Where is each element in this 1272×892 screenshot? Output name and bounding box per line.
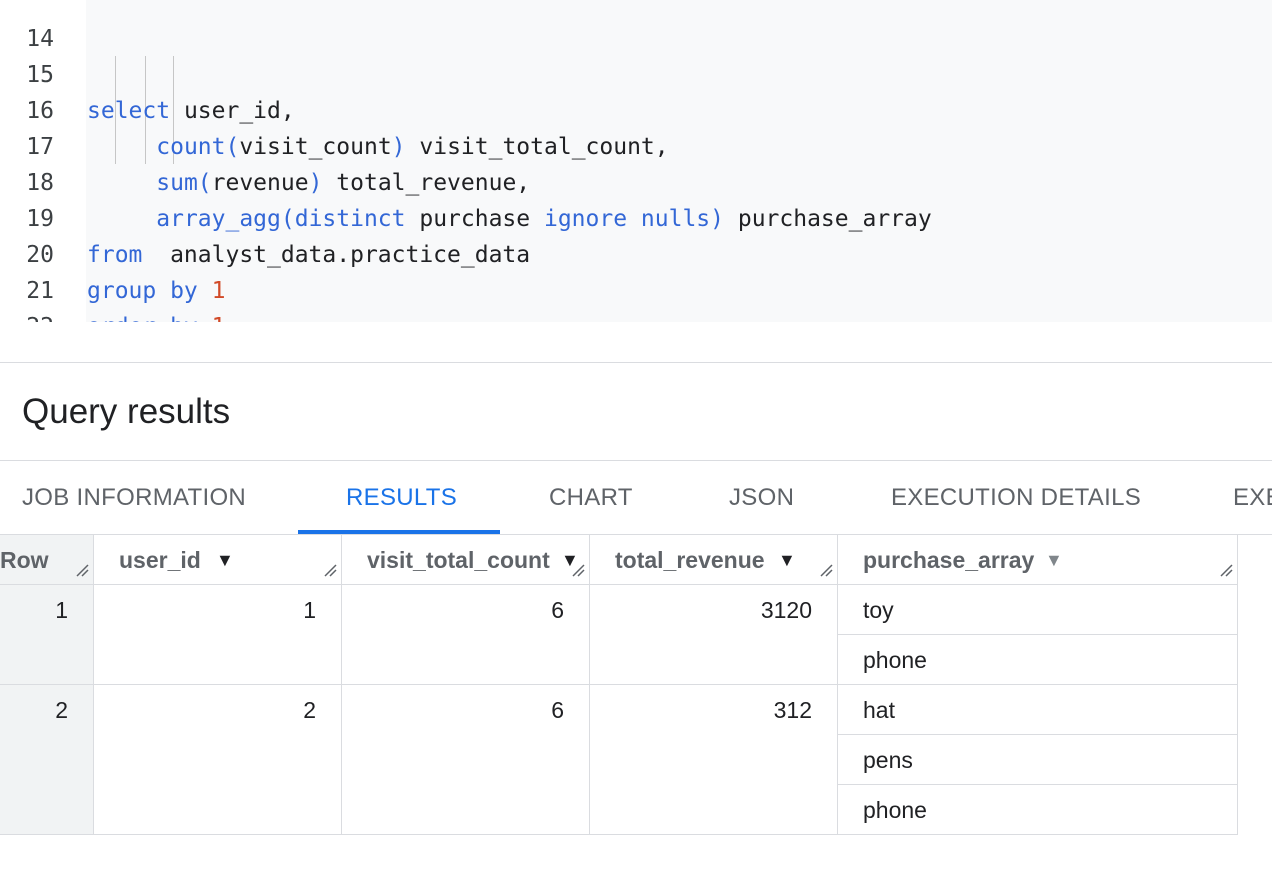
column-header-user-id[interactable]: user_id bbox=[119, 535, 201, 585]
sort-down-icon[interactable]: ▼ bbox=[1045, 535, 1063, 585]
row-column-header: Row bbox=[0, 547, 49, 573]
row-divider bbox=[0, 834, 1238, 835]
cell-visit-total-count[interactable]: 6 bbox=[342, 585, 564, 635]
code-line[interactable]: 22 bbox=[0, 273, 1272, 322]
tab-execution-details[interactable]: EXECUTION DETAILS bbox=[891, 461, 1141, 533]
code-line[interactable]: 16 count(visit_count) visit_total_count, bbox=[0, 57, 1272, 160]
code-line[interactable]: 21 order by 1 bbox=[0, 237, 1272, 322]
cell-purchase-array-item[interactable]: phone bbox=[863, 635, 927, 685]
code-line[interactable]: 18 array_agg(distinct purchase ignore nu… bbox=[0, 129, 1272, 232]
cell-visit-total-count[interactable]: 6 bbox=[342, 685, 564, 735]
sort-down-icon[interactable]: ▼ bbox=[216, 535, 234, 585]
column-resize-icon[interactable] bbox=[323, 563, 337, 577]
cell-user-id[interactable]: 1 bbox=[94, 585, 316, 635]
column-header-purchase-array[interactable]: purchase_array bbox=[863, 535, 1034, 585]
tab-execution-graph[interactable]: EXECUTION GRAPH bbox=[1233, 461, 1272, 533]
tab-json[interactable]: JSON bbox=[729, 461, 794, 533]
code-line[interactable]: 20 group by 1 bbox=[0, 201, 1272, 304]
divider bbox=[0, 362, 1272, 363]
cell-purchase-array-item[interactable]: phone bbox=[863, 785, 927, 835]
column-resize-icon[interactable] bbox=[1219, 563, 1233, 577]
column-header-visit-total-count[interactable]: visit_total_count bbox=[367, 535, 550, 585]
results-table: Row user_id ▼ visit_total_count ▼ total_… bbox=[0, 535, 1272, 835]
tab-results[interactable]: RESULTS bbox=[346, 461, 457, 533]
tab-chart[interactable]: CHART bbox=[549, 461, 633, 533]
cell-purchase-array-item[interactable]: pens bbox=[863, 735, 913, 785]
row-number: 1 bbox=[55, 597, 68, 623]
tab-job-information[interactable]: JOB INFORMATION bbox=[22, 461, 246, 533]
sort-down-icon[interactable]: ▼ bbox=[778, 535, 796, 585]
column-resize-icon[interactable] bbox=[571, 563, 585, 577]
code-line[interactable]: 19 from analyst_data.practice_data bbox=[0, 165, 1272, 268]
results-tabs: JOB INFORMATION RESULTS CHART JSON EXECU… bbox=[0, 461, 1272, 535]
sort-down-icon[interactable]: ▼ bbox=[561, 535, 579, 585]
code-line[interactable]: 17 sum(revenue) total_revenue, bbox=[0, 93, 1272, 196]
row-number: 2 bbox=[55, 697, 68, 723]
cell-user-id[interactable]: 2 bbox=[94, 685, 316, 735]
cell-total-revenue[interactable]: 312 bbox=[590, 685, 812, 735]
cell-purchase-array-item[interactable]: hat bbox=[863, 685, 895, 735]
code-line[interactable]: 15 select user_id, bbox=[0, 21, 1272, 124]
column-header-total-revenue[interactable]: total_revenue bbox=[615, 535, 765, 585]
column-divider bbox=[837, 535, 838, 835]
sql-editor[interactable]: 14 15 select user_id, 16 count(visit_cou… bbox=[0, 0, 1272, 322]
cell-total-revenue[interactable]: 3120 bbox=[590, 585, 812, 635]
column-divider bbox=[1237, 535, 1238, 835]
cell-purchase-array-item[interactable]: toy bbox=[863, 585, 894, 635]
code-line: 14 bbox=[0, 0, 1272, 52]
results-title: Query results bbox=[22, 392, 231, 431]
column-resize-icon[interactable] bbox=[75, 563, 89, 577]
code-line: 23 bbox=[0, 309, 1272, 322]
column-resize-icon[interactable] bbox=[819, 563, 833, 577]
